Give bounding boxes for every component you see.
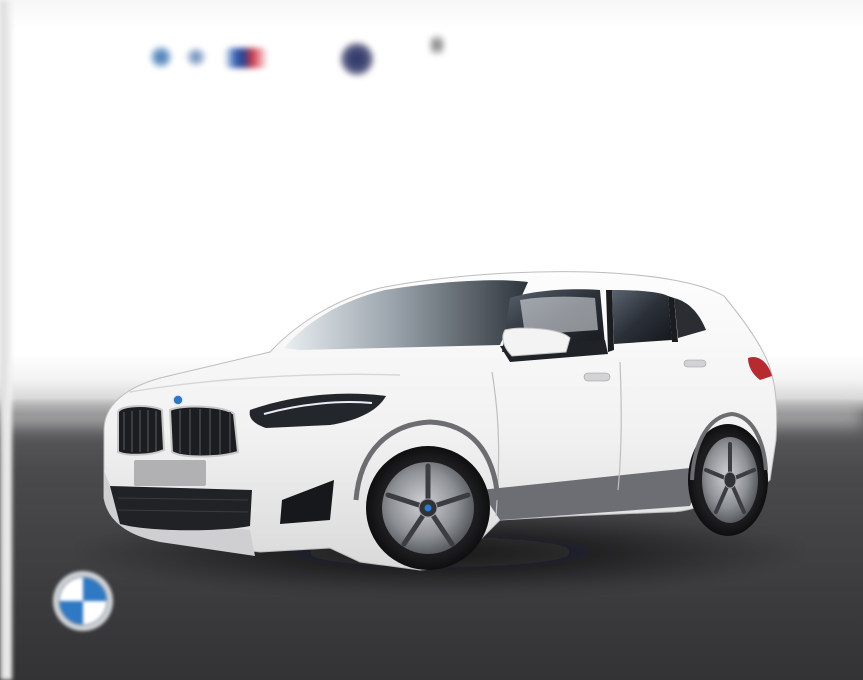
front-wheel	[366, 446, 490, 570]
bmw-logo-icon	[53, 571, 113, 631]
showroom-scene	[0, 0, 863, 680]
white-suv-car	[70, 271, 810, 594]
